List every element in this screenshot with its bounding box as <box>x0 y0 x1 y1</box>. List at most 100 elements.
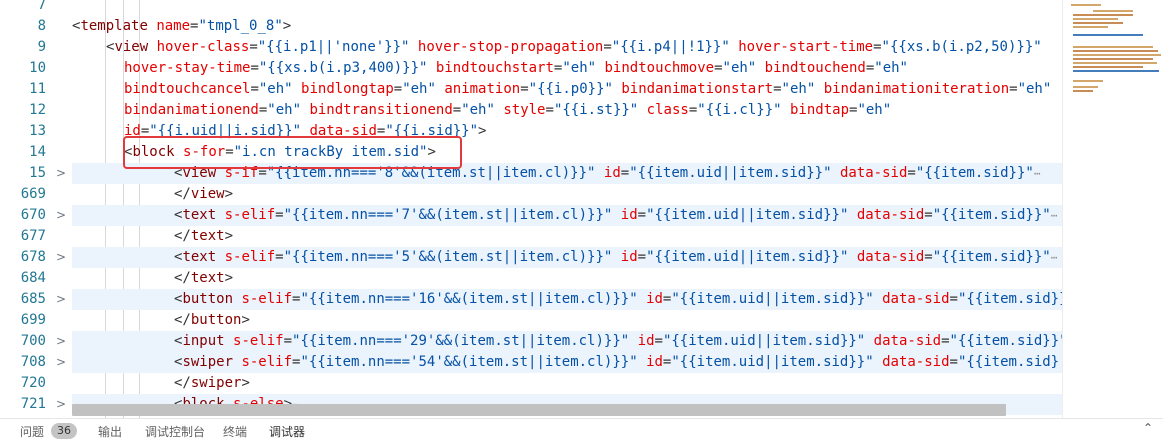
code-line[interactable] <box>72 0 1062 16</box>
code-token-punc: = <box>275 249 284 265</box>
line-number: 8 <box>37 18 46 34</box>
gutter-line: 684 <box>0 268 68 289</box>
tab-problems[interactable]: 问题 <box>20 423 44 441</box>
gutter-line: 12 <box>0 100 68 121</box>
code-token-tag: button <box>182 291 234 307</box>
code-editor[interactable]: 7 8 9 10 11 12 13 14 15 >669 670 >677 678 >684 685 >699… <box>0 0 1163 418</box>
code-token-str: "{{xs.b(i.p2,50)}}" <box>881 39 1042 55</box>
code-token-punc: = <box>654 333 663 349</box>
code-token-attr: id <box>620 207 638 223</box>
line-number: 7 <box>37 0 46 13</box>
minimap-line <box>1073 26 1108 28</box>
code-token-punc <box>782 102 790 118</box>
code-token-attr: id <box>603 165 621 181</box>
minimap-line <box>1073 46 1153 48</box>
code-token-str: "eh" <box>857 102 892 118</box>
code-token-punc: </ <box>174 186 191 202</box>
code-token-punc: > <box>224 186 234 202</box>
code-token-attr: bindlongtap <box>301 81 394 97</box>
code-line[interactable]: bindanimationend="eh" bindtransitionend=… <box>72 100 1062 121</box>
code-line[interactable]: </button> <box>72 310 1062 331</box>
tab-debugger[interactable]: 调试器 <box>269 423 305 441</box>
code-token-punc: </ <box>174 270 191 286</box>
code-line[interactable]: <text s-elif="{{item.nn==='5'&&(item.st|… <box>72 247 1062 268</box>
gutter-line: 8 <box>0 16 68 37</box>
code-token-punc: = <box>873 39 882 55</box>
code-area[interactable]: <template name="tmpl_0_8"> <view hover-cl… <box>72 0 1062 418</box>
minimap-line <box>1073 54 1161 56</box>
bottom-panel-tabs: 问题 36 输出 调试控制台 终端 调试器 ⌃ <box>0 418 1163 442</box>
code-token-punc: = <box>907 165 916 181</box>
minimap[interactable] <box>1062 0 1163 418</box>
ellipsis-icon[interactable]: ⋯ <box>1034 167 1041 180</box>
code-line[interactable]: <text s-elif="{{item.nn==='7'&&(item.st|… <box>72 205 1062 226</box>
chevron-right-icon[interactable]: > <box>56 352 66 373</box>
code-line[interactable]: <input s-elif="{{item.nn==='29'&&(item.s… <box>72 331 1062 352</box>
tab-debug-console[interactable]: 调试控制台 <box>145 423 205 441</box>
code-token-str: "{{xs.b(i.p3,400)}}" <box>258 60 428 76</box>
code-line[interactable]: hover-stay-time="{{xs.b(i.p3,400)}}" bin… <box>72 58 1062 79</box>
code-token-tag: input <box>182 333 225 349</box>
code-line[interactable]: bindtouchcancel="eh" bindlongtap="eh" an… <box>72 79 1062 100</box>
tab-output[interactable]: 输出 <box>98 423 122 441</box>
code-token-attr: data-sid <box>856 249 925 265</box>
code-token-attr: bindanimationiteration <box>823 81 1010 97</box>
code-token-punc: = <box>949 291 958 307</box>
code-token-punc: = <box>545 102 554 118</box>
line-number: 669 <box>20 186 46 202</box>
code-token-punc <box>612 207 620 223</box>
code-line[interactable]: </view> <box>72 184 1062 205</box>
code-token-punc: = <box>250 81 259 97</box>
line-number: 11 <box>29 81 46 97</box>
minimap-line <box>1073 50 1158 52</box>
code-token-attr: data-sid <box>873 333 942 349</box>
code-line[interactable]: <button s-elif="{{item.nn==='16'&&(item.… <box>72 289 1062 310</box>
code-token-attr: data-sid <box>839 165 908 181</box>
code-token-str: "{{i.st}}" <box>553 102 639 118</box>
code-token-str: "{{item.uid||item.sid}}" <box>671 291 874 307</box>
chevron-right-icon[interactable]: > <box>56 394 66 415</box>
code-token-attr: bindanimationend <box>124 102 259 118</box>
code-line[interactable]: </swiper> <box>72 373 1062 394</box>
chevron-right-icon[interactable]: > <box>56 289 66 310</box>
code-token-str: "{{item.uid||item.sid}}" <box>671 354 874 370</box>
code-token-tag: button <box>190 312 242 328</box>
gutter-line: 13 <box>0 121 68 142</box>
code-line[interactable]: <swiper s-elif="{{item.nn==='54'&&(item.… <box>72 352 1062 373</box>
code-token-attr: class <box>646 102 689 118</box>
code-token-tag: text <box>190 228 225 244</box>
chevron-right-icon[interactable]: > <box>56 247 66 268</box>
code-token-tag: swiper <box>190 375 242 391</box>
problems-count-badge: 36 <box>51 423 77 439</box>
code-token-str: "{{i.cl}}" <box>697 102 782 118</box>
code-line[interactable]: <template name="tmpl_0_8"> <box>72 16 1062 37</box>
chevron-right-icon[interactable]: > <box>56 331 66 352</box>
ellipsis-icon[interactable]: ⋯ <box>1051 209 1058 222</box>
minimap-line <box>1073 90 1093 92</box>
code-token-str: "eh" <box>461 102 495 118</box>
code-token-str: "{{item.nn==='29'&&(item.st||item.cl)}}" <box>292 333 630 349</box>
code-line[interactable]: </text> <box>72 268 1062 289</box>
minimap-line <box>1073 62 1157 64</box>
code-token-attr: id <box>646 354 663 370</box>
line-number: 720 <box>20 375 46 391</box>
code-token-punc <box>832 165 840 181</box>
line-number: 708 <box>20 354 46 370</box>
chevron-right-icon[interactable]: > <box>56 205 66 226</box>
code-token-tag: template <box>80 18 148 34</box>
chevron-up-icon[interactable]: ⌃ <box>1143 421 1153 435</box>
code-token-tag: text <box>182 249 217 265</box>
code-token-attr: style <box>503 102 546 118</box>
code-token-attr: bindtouchcancel <box>124 81 251 97</box>
code-line[interactable]: </text> <box>72 226 1062 247</box>
horizontal-scrollbar[interactable] <box>72 404 1006 416</box>
tab-terminal[interactable]: 终端 <box>223 423 247 441</box>
ellipsis-icon[interactable]: ⋯ <box>1051 251 1058 264</box>
minimap-line <box>1073 80 1103 82</box>
code-token-str: "{{item.uid||item.sid}}" <box>662 333 866 349</box>
chevron-right-icon[interactable]: > <box>56 163 66 184</box>
gutter-line: 15 > <box>0 163 68 184</box>
code-token-attr: s-elif <box>241 354 293 370</box>
code-line[interactable]: <view hover-class="{{i.p1||'none'}}" hov… <box>72 37 1062 58</box>
code-token-punc: </ <box>174 312 191 328</box>
